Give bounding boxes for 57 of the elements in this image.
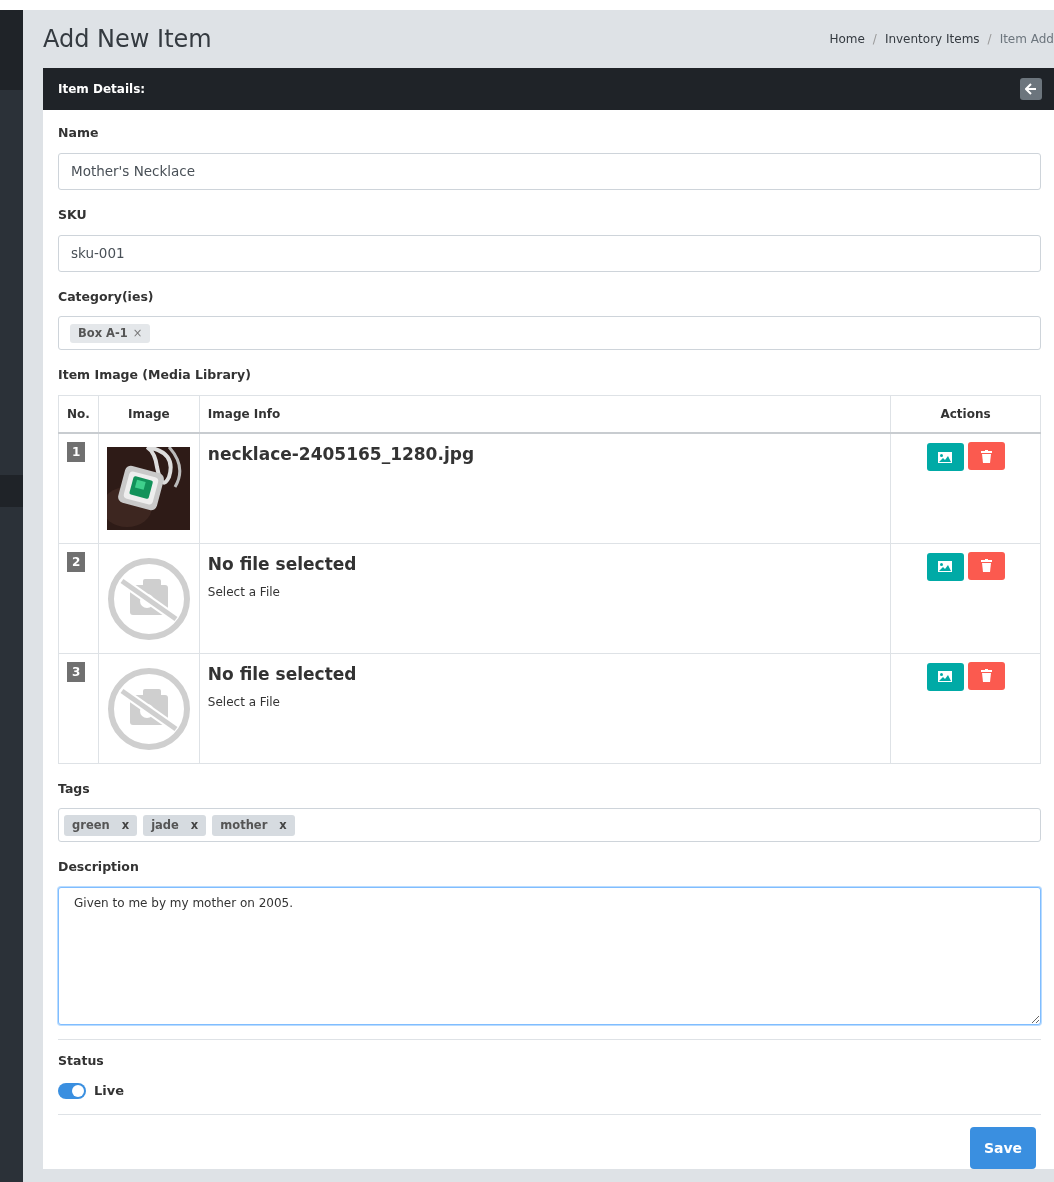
back-button[interactable] [1020,78,1042,100]
choose-image-button[interactable] [926,662,964,691]
file-name: No file selected [207,662,358,686]
image-icon [938,561,952,572]
image-icon [938,671,952,682]
column-header: Image Info [199,395,891,433]
name-field[interactable]: Mother's Necklace [58,152,1041,190]
delete-button[interactable] [967,551,1005,580]
description-field[interactable]: Given to me by my mother on 2005. [58,887,1041,1025]
arrow-left-icon [1025,83,1037,95]
image-icon [938,451,952,463]
remove-button[interactable]: x [121,816,130,834]
toggle-switch[interactable] [58,1082,86,1099]
row-number: 3 [67,661,86,682]
breadcrumb-link[interactable]: Home [829,30,865,48]
no-image-icon [106,556,191,641]
choose-image-button[interactable] [926,552,964,581]
tag-chip: green x [64,814,138,836]
breadcrumb-link[interactable]: Inventory Items [884,30,980,48]
remove-button[interactable]: x [190,816,199,834]
breadcrumb-separator: / [872,31,877,48]
remove-button[interactable]: × [132,324,143,342]
select-file-hint: Select a File [207,584,281,601]
file-name: necklace-2405165_1280.jpg [207,443,476,466]
trash-icon [980,669,992,682]
delete-button[interactable] [967,442,1005,470]
field-label: Name [58,124,100,142]
remove-button[interactable]: x [279,816,287,834]
column-header: No. [58,395,99,433]
sku-field[interactable]: sku-001 [58,234,1041,272]
field-label: SKU [58,205,88,224]
breadcrumb-separator: / [987,31,992,48]
delete-button[interactable] [967,661,1005,690]
category-chip: Box A-1 × [70,323,151,343]
breadcrumb-current: Item Add [999,31,1054,48]
trash-icon [980,559,992,572]
field-label: Item Image (Media Library) [58,366,252,385]
field-label: Status [58,1052,105,1070]
field-label: Description [58,858,140,877]
column-header: Image [98,395,200,433]
field-label: Category(ies) [58,287,155,306]
select-file-hint: Select a File [207,694,281,711]
row-number: 1 [67,442,86,462]
column-header: Actions [890,395,1041,433]
category-field[interactable]: Box A-1 × [58,316,1041,351]
page-title: Add New Item [43,24,212,54]
row-number: 2 [67,551,86,572]
field-label: Tags [58,779,91,798]
tag-chip: mother x [212,814,295,836]
tag-chip: jade x [143,814,207,836]
choose-image-button[interactable] [926,443,964,471]
card-title: Item Details: [58,81,146,98]
no-image-icon [106,666,191,751]
tags-field[interactable]: green x jade x mother x [58,808,1041,843]
file-name: No file selected [207,552,358,576]
trash-icon [980,449,992,463]
toggle-label: Live [94,1081,125,1100]
